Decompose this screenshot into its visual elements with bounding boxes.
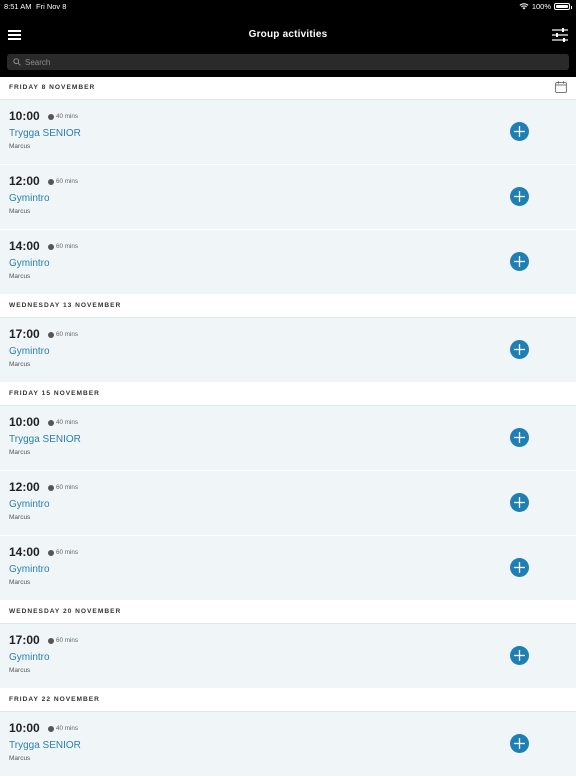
plus-icon: [514, 738, 525, 749]
activity-time: 12:00: [9, 480, 40, 494]
add-button[interactable]: [510, 187, 529, 206]
add-button[interactable]: [510, 122, 529, 141]
activity-row[interactable]: 14:00 60 mins Gymintro Marcus: [0, 536, 576, 601]
plus-icon: [514, 256, 525, 267]
plus-icon: [514, 497, 525, 508]
activity-instructor: Marcus: [9, 755, 31, 762]
activity-duration: 60 mins: [48, 243, 78, 250]
add-button[interactable]: [510, 428, 529, 447]
day-header: FRIDAY 8 NOVEMBER: [0, 77, 576, 100]
activity-time: 10:00: [9, 109, 40, 123]
plus-icon: [514, 344, 525, 355]
activity-row[interactable]: 17:00 60 mins Gymintro Marcus: [0, 318, 576, 383]
activity-time: 14:00: [9, 239, 40, 253]
day-header: WEDNESDAY 13 NOVEMBER: [0, 295, 576, 318]
activity-instructor: Marcus: [9, 273, 31, 280]
activity-time: 17:00: [9, 633, 40, 647]
activity-name[interactable]: Gymintro: [9, 346, 50, 357]
day-label: FRIDAY 15 NOVEMBER: [9, 390, 100, 397]
clock-icon: [48, 243, 54, 250]
filter-sliders-icon[interactable]: [552, 28, 568, 42]
clock-icon: [48, 725, 54, 732]
activity-name[interactable]: Trygga SENIOR: [9, 434, 81, 445]
add-button[interactable]: [510, 734, 529, 753]
day-label: FRIDAY 22 NOVEMBER: [9, 696, 100, 703]
activity-instructor: Marcus: [9, 361, 31, 368]
status-date: Fri Nov 8: [36, 2, 67, 11]
activity-duration: 60 mins: [48, 637, 78, 644]
clock-icon: [48, 419, 54, 426]
status-right: 100%: [519, 2, 572, 11]
plus-icon: [514, 562, 525, 573]
activity-duration: 60 mins: [48, 331, 78, 338]
clock-icon: [48, 549, 54, 556]
plus-icon: [514, 191, 525, 202]
status-time: 8:51 AM: [4, 2, 32, 11]
activity-duration: 60 mins: [48, 484, 78, 491]
plus-icon: [514, 126, 525, 137]
day-header: FRIDAY 15 NOVEMBER: [0, 383, 576, 406]
add-button[interactable]: [510, 252, 529, 271]
activity-name[interactable]: Trygga SENIOR: [9, 128, 81, 139]
add-button[interactable]: [510, 646, 529, 665]
activity-list: FRIDAY 8 NOVEMBER 10:00 40 mins Trygga S…: [0, 77, 576, 777]
page-title: Group activities: [248, 29, 328, 40]
activity-name[interactable]: Gymintro: [9, 499, 50, 510]
activity-row[interactable]: 10:00 40 mins Trygga SENIOR Marcus: [0, 712, 576, 777]
search-icon: [13, 58, 21, 66]
activity-time: 10:00: [9, 721, 40, 735]
activity-duration: 40 mins: [48, 725, 78, 732]
clock-icon: [48, 484, 54, 491]
calendar-icon[interactable]: [555, 81, 567, 93]
activity-instructor: Marcus: [9, 514, 31, 521]
add-button[interactable]: [510, 558, 529, 577]
activity-duration: 40 mins: [48, 113, 78, 120]
activity-row[interactable]: 12:00 60 mins Gymintro Marcus: [0, 471, 576, 536]
search-placeholder: Search: [25, 57, 51, 67]
plus-icon: [514, 432, 525, 443]
navigation-bar: Group activities Search: [0, 14, 576, 77]
battery-icon: [554, 3, 572, 10]
activity-instructor: Marcus: [9, 208, 31, 215]
activity-instructor: Marcus: [9, 579, 31, 586]
battery-percent: 100%: [531, 2, 551, 11]
activity-row[interactable]: 14:00 60 mins Gymintro Marcus: [0, 230, 576, 295]
clock-icon: [48, 637, 54, 644]
activity-duration: 60 mins: [48, 178, 78, 185]
clock-icon: [48, 178, 54, 185]
day-header: WEDNESDAY 20 NOVEMBER: [0, 601, 576, 624]
activity-instructor: Marcus: [9, 449, 31, 456]
activity-row[interactable]: 10:00 40 mins Trygga SENIOR Marcus: [0, 406, 576, 471]
wifi-icon: [519, 3, 529, 10]
clock-icon: [48, 113, 54, 120]
day-label: WEDNESDAY 13 NOVEMBER: [9, 302, 122, 309]
add-button[interactable]: [510, 493, 529, 512]
clock-icon: [48, 331, 54, 338]
day-label: FRIDAY 8 NOVEMBER: [9, 84, 96, 91]
activity-row[interactable]: 12:00 60 mins Gymintro Marcus: [0, 165, 576, 230]
day-header: FRIDAY 22 NOVEMBER: [0, 689, 576, 712]
activity-row[interactable]: 17:00 60 mins Gymintro Marcus: [0, 624, 576, 689]
activity-instructor: Marcus: [9, 143, 31, 150]
activity-duration: 40 mins: [48, 419, 78, 426]
activity-name[interactable]: Gymintro: [9, 564, 50, 575]
plus-icon: [514, 650, 525, 661]
activity-instructor: Marcus: [9, 667, 31, 674]
activity-time: 14:00: [9, 545, 40, 559]
activity-name[interactable]: Gymintro: [9, 258, 50, 269]
status-bar: 8:51 AM Fri Nov 8 100%: [0, 0, 576, 14]
activity-name[interactable]: Gymintro: [9, 652, 50, 663]
activity-row[interactable]: 10:00 40 mins Trygga SENIOR Marcus: [0, 100, 576, 165]
activity-time: 10:00: [9, 415, 40, 429]
search-field[interactable]: Search: [7, 54, 569, 70]
day-label: WEDNESDAY 20 NOVEMBER: [9, 608, 122, 615]
add-button[interactable]: [510, 340, 529, 359]
activity-name[interactable]: Gymintro: [9, 193, 50, 204]
activity-time: 12:00: [9, 174, 40, 188]
activity-duration: 60 mins: [48, 549, 78, 556]
activity-name[interactable]: Trygga SENIOR: [9, 740, 81, 751]
activity-time: 17:00: [9, 327, 40, 341]
